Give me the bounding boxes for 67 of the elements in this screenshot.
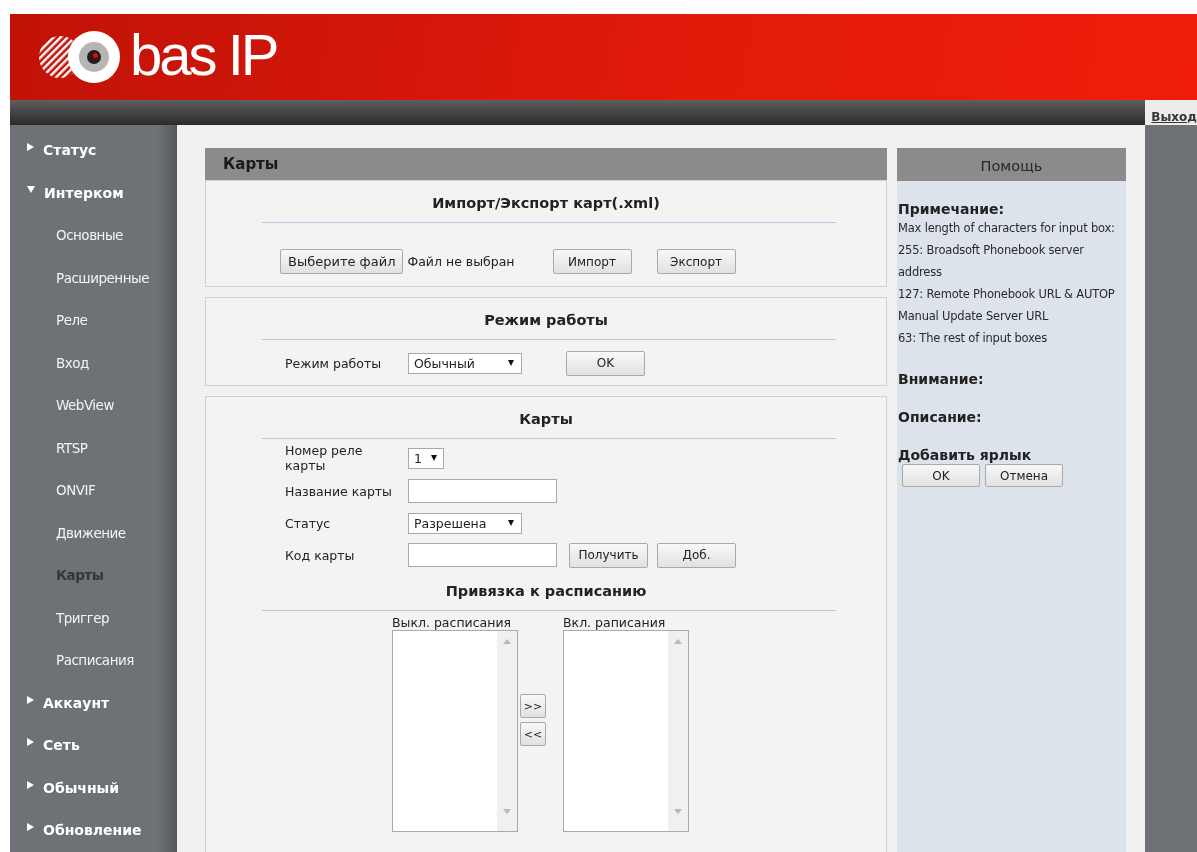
list-label: Вкл. раписания [563,615,667,630]
sidebar-item[interactable]: Аккаунт [10,681,177,724]
scroll-up-icon[interactable] [503,639,511,644]
section-title: Режим работы [483,312,609,330]
sidebar-item[interactable]: Обновление [10,809,177,852]
button[interactable]: << [520,722,546,746]
button[interactable]: OK [902,464,980,487]
panel-header: Карты [205,148,887,180]
sidebar-item[interactable]: Интерком [10,171,177,214]
sidebar-subitem[interactable]: Триггер [10,596,177,639]
sidebar-subitem[interactable]: Основные [10,214,177,257]
field-label: Статус [285,515,332,531]
scroll-down-icon[interactable] [503,809,511,814]
caret-icon [431,455,437,461]
sidebar-subitem[interactable]: Расписания [10,639,177,682]
button[interactable]: Экспорт [656,249,736,274]
logo-text: bas IP [130,26,277,84]
caret-icon [508,360,514,366]
sidebar-subitem[interactable]: Расширенные [10,256,177,299]
field-label: Код карты [285,547,356,563]
button[interactable]: Доб. [657,542,736,568]
button[interactable]: Получить [569,542,648,568]
button[interactable]: Импорт [552,249,632,274]
field-label: Название карты [285,483,393,499]
button[interactable]: OK [566,350,645,376]
help-heading: Добавить ярлык [898,447,1033,463]
field-label: Режим работы [285,355,383,371]
section-title: Привязка к расписанию [444,583,648,601]
sidebar-subitem[interactable]: Реле [10,299,177,342]
logo-icon [38,30,122,84]
field-label: Номер реле карты [285,443,364,473]
dropdown[interactable]: Разрешена [408,512,522,534]
scrollbar[interactable] [497,631,517,831]
sidebar-item[interactable]: Сеть [10,724,177,767]
caret-icon [508,520,514,526]
section-title: Импорт/Экспорт карт(.xml) [431,195,661,213]
sidebar-subitem[interactable]: WebView [10,384,177,427]
file-status: Файл не выбран [407,254,515,269]
input-field[interactable] [408,543,557,567]
help-heading: Примечание: [898,201,1006,217]
list-box[interactable] [392,630,518,832]
button[interactable]: Отмена [985,464,1063,487]
input-field[interactable] [408,479,557,503]
scroll-down-icon[interactable] [674,809,682,814]
list-box[interactable] [563,630,689,832]
help-text: 63: The rest of input boxes [898,330,1048,347]
scrollbar[interactable] [668,631,688,831]
panel-header: Помощь [897,148,1126,181]
help-heading: Описание: [898,409,983,425]
button[interactable]: >> [520,694,546,718]
button[interactable]: Выберите файл [280,249,404,274]
sidebar-subitem[interactable]: Движение [10,511,177,554]
sidebar-item[interactable]: Обычный [10,766,177,809]
dropdown[interactable]: Обычный [408,352,522,374]
scroll-up-icon[interactable] [674,639,682,644]
help-text: 127: Remote Phonebook URL & AUTOP Manual Update Server URL [898,286,1116,325]
help-text: Max length of characters for input box: [898,220,1116,237]
sidebar-subitem[interactable]: Карты [10,554,177,597]
sidebar-subitem[interactable]: Вход [10,341,177,384]
sidebar-item[interactable]: Статус [10,129,177,172]
list-label: Выкл. расписания [392,615,513,630]
help-heading: Внимание: [898,371,985,387]
dropdown[interactable]: 1 [408,447,444,469]
sidebar-subitem[interactable]: RTSP [10,426,177,469]
help-text: 255: Broadsoft Phonebook server address [898,242,1085,281]
section-title: Карты [518,411,574,429]
sidebar-subitem[interactable]: ONVIF [10,469,177,512]
